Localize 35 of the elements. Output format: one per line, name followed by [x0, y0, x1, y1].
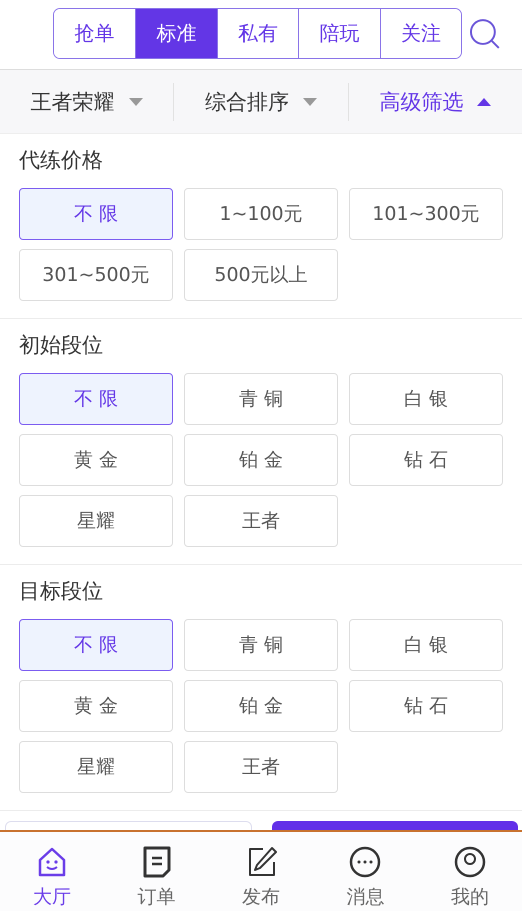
option-chip[interactable]: 500元以上	[184, 249, 338, 301]
option-chip[interactable]: 白 银	[349, 619, 503, 671]
option-chip[interactable]: 1~100元	[184, 188, 338, 240]
section-title: 目标段位	[19, 578, 103, 605]
filter-dropdown[interactable]: 综合排序	[174, 70, 348, 133]
option-chip[interactable]: 钻 石	[349, 680, 503, 732]
nav-item[interactable]: 发布	[208, 832, 314, 911]
option-chip[interactable]: 青 铜	[184, 619, 338, 671]
option-chip[interactable]: 铂 金	[184, 434, 338, 486]
option-chip[interactable]: 青 铜	[184, 373, 338, 425]
option-chip[interactable]: 星耀	[19, 495, 173, 547]
option-chip[interactable]: 铂 金	[184, 680, 338, 732]
option-chip[interactable]: 星耀	[19, 741, 173, 793]
section-title: 初始段位	[19, 332, 103, 359]
option-chip[interactable]: 301~500元	[19, 249, 173, 301]
filter-dropdown[interactable]: 王者荣耀	[0, 70, 174, 133]
filter-dropdown[interactable]: 高级筛选	[348, 70, 522, 133]
tab[interactable]: 关注	[380, 9, 462, 58]
option-chip[interactable]: 不 限	[19, 188, 173, 240]
option-chip[interactable]: 黄 金	[19, 434, 173, 486]
option-chip[interactable]: 王者	[184, 495, 338, 547]
nav-item[interactable]: 订单	[104, 832, 209, 911]
option-chip[interactable]: 不 限	[19, 619, 173, 671]
nav-item[interactable]: 我的	[418, 832, 522, 911]
section-title: 代练价格	[19, 147, 103, 174]
option-chip[interactable]: 白 银	[349, 373, 503, 425]
option-chip[interactable]: 101~300元	[349, 188, 503, 240]
option-chip[interactable]: 不 限	[19, 373, 173, 425]
option-chip[interactable]: 王者	[184, 741, 338, 793]
nav-item[interactable]: 消息	[313, 832, 418, 911]
option-chip[interactable]: 钻 石	[349, 434, 503, 486]
tab[interactable]: 标准	[135, 9, 217, 58]
search-icon[interactable]	[468, 16, 502, 50]
nav-item[interactable]: 大厅	[0, 832, 104, 911]
option-chip[interactable]: 黄 金	[19, 680, 173, 732]
